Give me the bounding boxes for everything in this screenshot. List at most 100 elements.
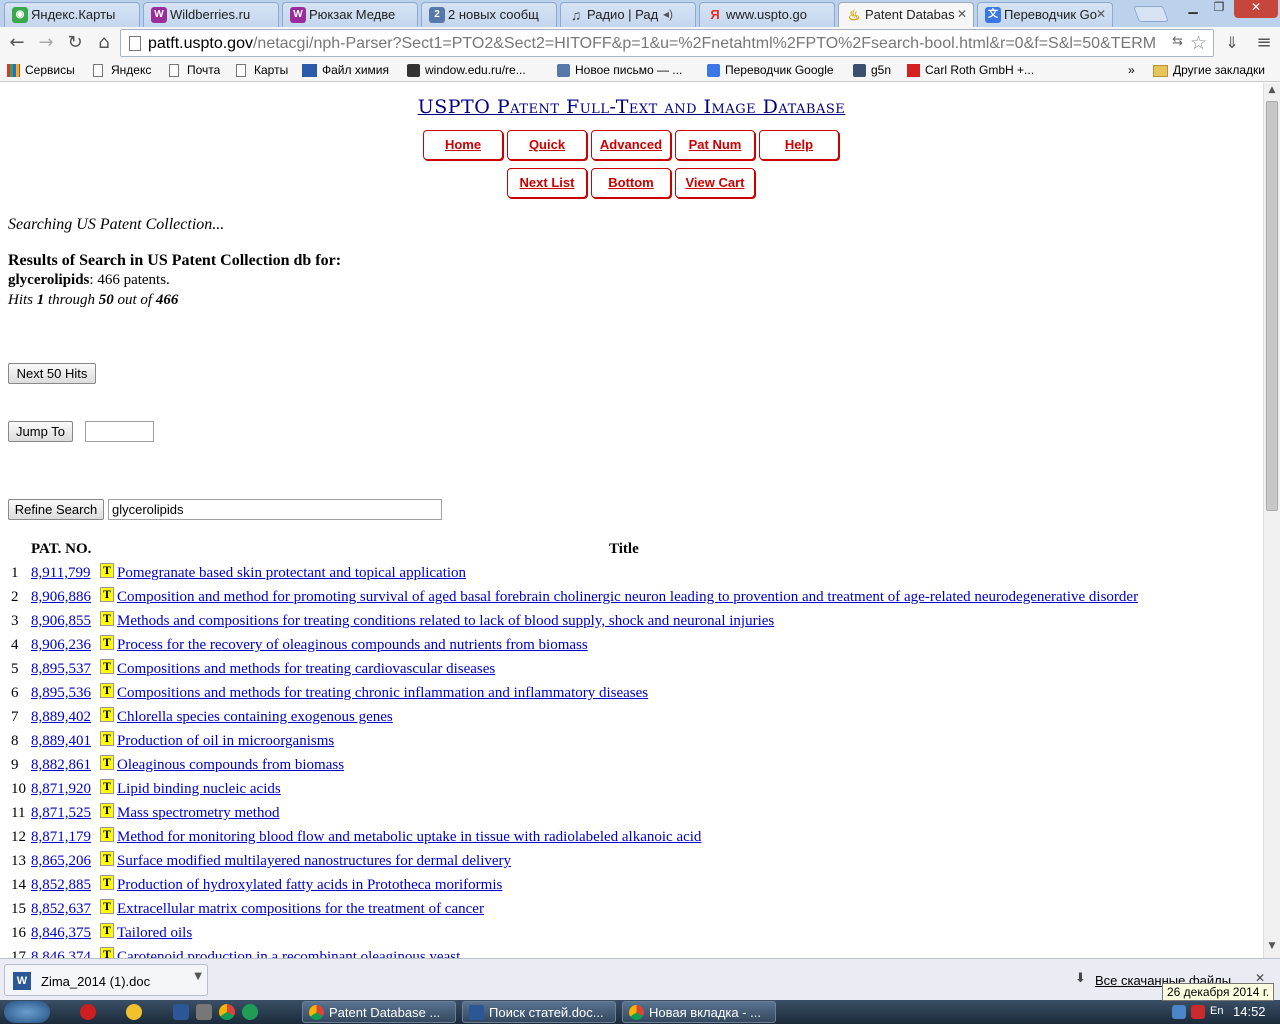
title-t-icon[interactable]: T — [100, 851, 114, 866]
reload-icon[interactable]: ↻ — [63, 31, 87, 55]
patent-number-link[interactable]: 8,889,402 — [31, 709, 91, 726]
nav-advanced-button[interactable]: Advanced — [591, 130, 671, 160]
patent-number-link[interactable]: 8,895,536 — [31, 685, 91, 702]
bookmarks-overflow-chevron[interactable]: » — [1110, 63, 1135, 77]
bookmark-chem-file[interactable]: Файл химия — [302, 63, 389, 77]
patent-title-link[interactable]: Surface modified multilayered nanostruct… — [117, 853, 511, 870]
nav-patnum-button[interactable]: Pat Num — [675, 130, 755, 160]
patent-title-link[interactable]: Mass spectrometry method — [117, 805, 279, 822]
patent-number-link[interactable]: 8,895,537 — [31, 661, 91, 678]
scroll-up-arrow-icon[interactable]: ▲ — [1264, 85, 1280, 99]
title-t-icon[interactable]: T — [100, 563, 114, 578]
new-tab-button[interactable] — [1133, 6, 1169, 22]
vertical-scrollbar[interactable]: ▲ ▼ — [1263, 83, 1280, 958]
patent-number-link[interactable]: 8,906,236 — [31, 637, 91, 654]
jump-to-input[interactable] — [85, 421, 154, 442]
minimize-icon[interactable]: ▁ — [1180, 0, 1206, 18]
patent-title-link[interactable]: Methods and compositions for treating co… — [117, 613, 774, 630]
jump-to-button[interactable]: Jump To — [8, 421, 73, 442]
bookmark-new-letter[interactable]: Новое письмо — ... — [557, 63, 682, 77]
title-t-icon[interactable]: T — [100, 707, 114, 722]
patent-title-link[interactable]: Compositions and methods for treating ca… — [117, 661, 495, 678]
tab-messages[interactable]: 2 2 новых сообщ — [421, 2, 557, 27]
title-t-icon[interactable]: T — [100, 755, 114, 770]
forward-arrow-icon[interactable]: → — [34, 31, 58, 55]
patent-number-link[interactable]: 8,871,525 — [31, 805, 91, 822]
patent-number-link[interactable]: 8,852,637 — [31, 901, 91, 918]
start-button[interactable] — [4, 1001, 50, 1023]
site-title-link[interactable]: USPTO Patent Full-Text and Image Databas… — [418, 96, 846, 118]
patent-number-link[interactable]: 8,906,855 — [31, 613, 91, 630]
tab-wildberries[interactable]: W Wildberries.ru — [143, 2, 279, 27]
clock[interactable]: 14:52 — [1233, 1004, 1266, 1019]
translate-page-icon[interactable]: ⇆ — [1172, 34, 1183, 49]
tab-backpack[interactable]: W Рюкзак Медве — [282, 2, 418, 27]
patent-number-link[interactable]: 8,865,206 — [31, 853, 91, 870]
word-icon[interactable] — [173, 1004, 189, 1020]
patent-title-link[interactable]: Compositions and methods for treating ch… — [117, 685, 648, 702]
refine-search-input[interactable]: glycerolipids — [108, 499, 442, 520]
nav-quick-button[interactable]: Quick — [507, 130, 587, 160]
messenger-icon[interactable] — [126, 1004, 142, 1020]
tab-radio[interactable]: ♫ Радио | Рад ◂) — [560, 2, 696, 27]
opera-icon[interactable] — [80, 1004, 96, 1020]
patent-title-link[interactable]: Method for monitoring blood flow and met… — [117, 829, 701, 846]
nav-home-button[interactable]: Home — [423, 130, 503, 160]
home-icon[interactable]: ⌂ — [92, 31, 116, 55]
title-t-icon[interactable]: T — [100, 947, 114, 958]
restore-icon[interactable]: ❐ — [1206, 0, 1232, 18]
title-t-icon[interactable]: T — [100, 683, 114, 698]
tab-yandex-maps[interactable]: ◉ Яндекс.Карты — [4, 2, 140, 27]
tab-patent-database[interactable]: ♨ Patent Databas ✕ — [838, 2, 974, 27]
chevron-down-icon[interactable]: ▼ — [194, 971, 202, 982]
taskbar-item-patent-database[interactable]: Patent Database ... — [302, 1001, 456, 1023]
app-icon[interactable] — [242, 1004, 258, 1020]
patent-title-link[interactable]: Production of oil in microorganisms — [117, 733, 334, 750]
patent-number-link[interactable]: 8,889,401 — [31, 733, 91, 750]
patent-title-link[interactable]: Extracellular matrix compositions for th… — [117, 901, 484, 918]
taskbar-item-new-tab[interactable]: Новая вкладка - ... — [622, 1001, 776, 1023]
patent-number-link[interactable]: 8,906,886 — [31, 589, 91, 606]
title-t-icon[interactable]: T — [100, 899, 114, 914]
patent-number-link[interactable]: 8,846,374 — [31, 949, 91, 958]
title-t-icon[interactable]: T — [100, 731, 114, 746]
chrome-icon[interactable] — [219, 1004, 235, 1020]
bookmark-window-edu[interactable]: window.edu.ru/re... — [407, 63, 526, 77]
bookmark-yandex[interactable]: Яндекс — [93, 63, 151, 77]
title-t-icon[interactable]: T — [100, 779, 114, 794]
tab-uspto-yandex[interactable]: Я www.uspto.go — [699, 2, 835, 27]
bookmark-mail[interactable]: Почта — [169, 63, 220, 77]
close-icon[interactable]: ✕ — [1096, 7, 1106, 21]
patent-title-link[interactable]: Production of hydroxylated fatty acids i… — [117, 877, 502, 894]
tab-translate[interactable]: 文 Переводчик Go ✕ — [977, 2, 1113, 27]
title-t-icon[interactable]: T — [100, 587, 114, 602]
title-t-icon[interactable]: T — [100, 803, 114, 818]
bookmark-carl-roth[interactable]: Carl Roth GmbH +... — [907, 63, 1034, 77]
patent-number-link[interactable]: 8,911,799 — [31, 565, 90, 582]
download-status-icon[interactable]: ⇓ — [1220, 31, 1244, 55]
calculator-icon[interactable] — [196, 1004, 212, 1020]
title-t-icon[interactable]: T — [100, 923, 114, 938]
network-icon[interactable] — [1172, 1005, 1186, 1019]
patent-title-link[interactable]: Process for the recovery of oleaginous c… — [117, 637, 588, 654]
patent-title-link[interactable]: Lipid binding nucleic acids — [117, 781, 281, 798]
bookmark-folder-other[interactable]: Другие закладки — [1153, 63, 1265, 77]
title-t-icon[interactable]: T — [100, 635, 114, 650]
window-close-icon[interactable]: ✕ — [1234, 0, 1278, 18]
patent-number-link[interactable]: 8,852,885 — [31, 877, 91, 894]
nav-help-button[interactable]: Help — [759, 130, 839, 160]
patent-number-link[interactable]: 8,846,375 — [31, 925, 91, 942]
nav-next-list-button[interactable]: Next List — [507, 168, 587, 198]
title-t-icon[interactable]: T — [100, 611, 114, 626]
patent-number-link[interactable]: 8,882,861 — [31, 757, 91, 774]
taskbar-item-word-doc[interactable]: Поиск статей.doc... — [462, 1001, 616, 1023]
address-bar[interactable]: patft.uspto.gov/netacgi/nph-Parser?Sect1… — [120, 29, 1214, 57]
bookmark-g5n[interactable]: g5n — [853, 63, 891, 77]
patent-number-link[interactable]: 8,871,179 — [31, 829, 91, 846]
nav-bottom-button[interactable]: Bottom — [591, 168, 671, 198]
scrollbar-thumb[interactable] — [1266, 101, 1278, 511]
next-50-hits-button[interactable]: Next 50 Hits — [8, 363, 96, 384]
patent-title-link[interactable]: Tailored oils — [117, 925, 192, 942]
bookmark-maps[interactable]: Карты — [236, 63, 288, 77]
patent-title-link[interactable]: Pomegranate based skin protectant and to… — [117, 565, 466, 582]
